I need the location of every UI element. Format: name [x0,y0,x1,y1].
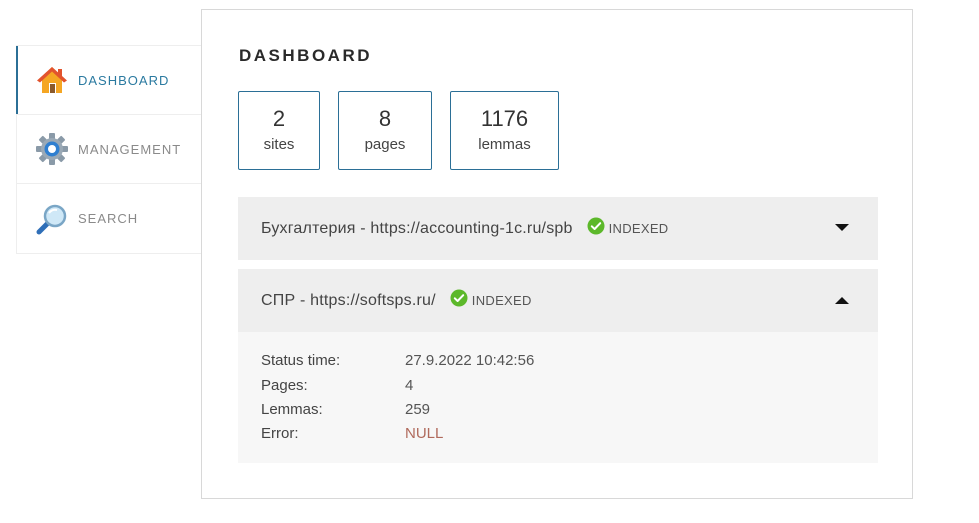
detail-pages: Pages: 4 [261,377,413,394]
check-circle-icon [587,217,605,240]
stat-card-sites: 2 sites [238,91,320,170]
stat-value: 8 [378,106,392,131]
chevron-up-icon[interactable] [834,293,850,307]
site-name: СПР - https://softsps.ru/ [261,291,436,309]
status-badge: INDEXED [450,289,532,312]
site-row-softsps[interactable]: СПР - https://softsps.ru/ INDEXED [238,269,878,332]
sidebar-item-label: SEARCH [78,211,139,226]
sidebar: DASHBOARD MANAGEMENT SEARCH [16,45,201,254]
stat-label: sites [263,136,295,153]
sidebar-item-label: MANAGEMENT [78,141,182,157]
stat-value: 2 [272,106,286,131]
site-name: Бухгалтерия - https://accounting-1c.ru/s… [261,219,573,237]
home-icon [35,63,69,97]
detail-value: 259 [405,401,431,418]
stat-label: pages [364,136,406,153]
check-circle-icon [450,289,468,312]
detail-key: Status time: [261,352,341,369]
stat-value: 1176 [480,106,529,131]
sidebar-item-management[interactable]: MANAGEMENT [17,115,201,184]
sidebar-item-label: DASHBOARD [78,72,170,88]
stat-label: lemmas [478,136,531,153]
status-badge: INDEXED [587,217,669,240]
detail-status-time: Status time: 27.9.2022 10:42:56 [261,352,534,369]
detail-key: Pages: [261,377,308,394]
gear-icon [35,132,69,166]
stat-card-pages: 8 pages [338,91,432,170]
magnifier-icon [35,202,69,236]
detail-value: 27.9.2022 10:42:56 [405,352,535,369]
page-title: DASHBOARD [239,46,372,65]
sidebar-item-search[interactable]: SEARCH [17,184,201,253]
status-label: INDEXED [608,221,669,236]
chevron-down-icon[interactable] [834,221,850,235]
sidebar-item-dashboard[interactable]: DASHBOARD [16,46,201,115]
dashboard-panel: DASHBOARD 2 sites 8 pages 1176 lemmas Бу… [201,9,913,499]
status-label: INDEXED [471,293,532,308]
detail-error: Error: NULL [261,425,443,442]
detail-key: Error: [261,425,299,442]
stat-card-lemmas: 1176 lemmas [450,91,559,170]
detail-key: Lemmas: [261,401,323,418]
detail-value: 4 [405,377,414,394]
detail-value: NULL [405,425,444,442]
site-details: Status time: 27.9.2022 10:42:56 Pages: 4 L… [238,332,878,463]
detail-lemmas: Lemmas: 259 [261,401,430,418]
site-row-accounting[interactable]: Бухгалтерия - https://accounting-1c.ru/s… [238,197,878,260]
